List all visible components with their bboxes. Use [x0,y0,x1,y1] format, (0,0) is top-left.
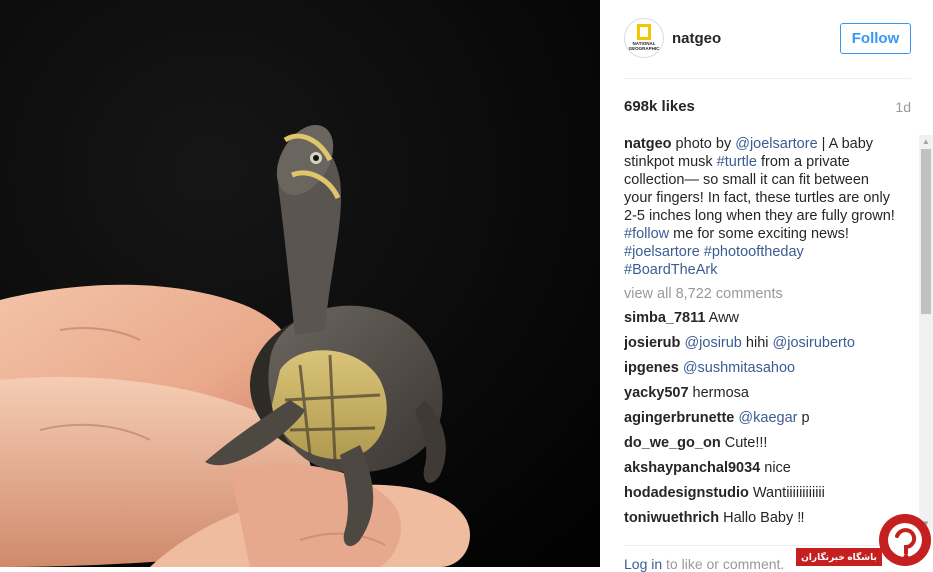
comment-row: josierub @josirub hihi @josiruberto [624,333,896,358]
comment-username[interactable]: simba_7811 [624,310,705,326]
post-age[interactable]: 1d [895,99,911,115]
caption-text-4: me for some exciting news! [669,226,849,242]
comment-row: toniwuethrich Hallo Baby ‼ [624,508,896,531]
login-link[interactable]: Log in [624,556,662,572]
comment-text: Hallo Baby ‼ [723,510,805,526]
comment-row: agingerbrunette @kaegar p [624,408,896,433]
yellow-frame-icon [637,24,651,40]
login-prompt-text: to like or comment. [662,556,785,572]
comment-text: p [797,410,810,426]
hashtag-joelsartore[interactable]: #joelsartore [624,244,700,260]
comment-text: Cute!!! [724,435,768,451]
comment-username[interactable]: akshaypanchal9034 [624,460,760,476]
comment-row: ipgenes @sushmitasahoo [624,358,896,383]
comments-feed: natgeo photo by @joelsartore | A baby st… [624,135,896,531]
header-username[interactable]: natgeo [672,30,721,47]
comment-list: simba_7811 Aww josierub @josirub hihi @jo… [624,308,896,531]
comment-row: yacky507 hermosa [624,383,896,408]
watermark-logo-icon [879,514,931,566]
hashtag-photooftheday[interactable]: #photooftheday [704,244,804,260]
watermark-banner: باشگاه خبرنگاران [796,548,882,566]
comment-username[interactable]: hodadesignstudio [624,485,749,501]
view-all-comments-link[interactable]: view all 8,722 comments [624,285,896,303]
post-header: NATIONAL GEOGRAPHIC natgeo Follow [624,0,911,79]
comment-row: hodadesignstudio Wantiiiiiiiiiiii [624,483,896,508]
caption-text-1: photo by [671,136,736,152]
comment-row: akshaypanchal9034 nice [624,458,896,483]
comment-mention[interactable]: @sushmitasahoo [683,360,795,376]
hashtag-turtle[interactable]: #turtle [717,154,757,170]
comment-username[interactable]: yacky507 [624,385,689,401]
comment-username[interactable]: ipgenes [624,360,679,376]
likes-count[interactable]: 698k likes [624,98,695,115]
turtle-photo-image [0,0,600,567]
comment-username[interactable]: agingerbrunette [624,410,734,426]
login-prompt: Log in to like or comment. [624,556,784,572]
avatar-logo-text: NATIONAL GEOGRAPHIC [628,41,660,51]
comment-text: hihi [741,335,773,351]
comment-text: Wantiiiiiiiiiiii [752,485,825,501]
comment-text: nice [764,460,791,476]
post-caption: natgeo photo by @joelsartore | A baby st… [624,135,896,279]
comment-text: hermosa [692,385,749,401]
caption-username[interactable]: natgeo [624,136,672,152]
avatar[interactable]: NATIONAL GEOGRAPHIC [624,18,664,58]
hashtag-follow[interactable]: #follow [624,226,669,242]
follow-button[interactable]: Follow [840,23,911,54]
comment-username[interactable]: do_we_go_on [624,435,721,451]
comment-mention[interactable]: @josirub [684,335,741,351]
comment-row: simba_7811 Aww [624,308,896,333]
caption-mention[interactable]: @joelsartore [735,136,817,152]
hashtag-boardtheark[interactable]: #BoardTheArk [624,262,718,278]
post-sidebar: NATIONAL GEOGRAPHIC natgeo Follow 698k l… [600,0,933,572]
comment-row: do_we_go_on Cute!!! [624,433,896,458]
comments-scrollbar[interactable]: ▲ ▼ [919,135,933,531]
comment-username[interactable]: toniwuethrich [624,510,719,526]
post-photo[interactable] [0,0,600,567]
scroll-up-arrow-icon[interactable]: ▲ [919,135,933,149]
comment-mention[interactable]: @kaegar [738,410,797,426]
comment-mention[interactable]: @josiruberto [773,335,855,351]
comment-text: Aww [708,310,740,326]
scrollbar-thumb[interactable] [921,149,931,314]
footer-divider [624,545,911,546]
comment-username[interactable]: josierub [624,335,680,351]
